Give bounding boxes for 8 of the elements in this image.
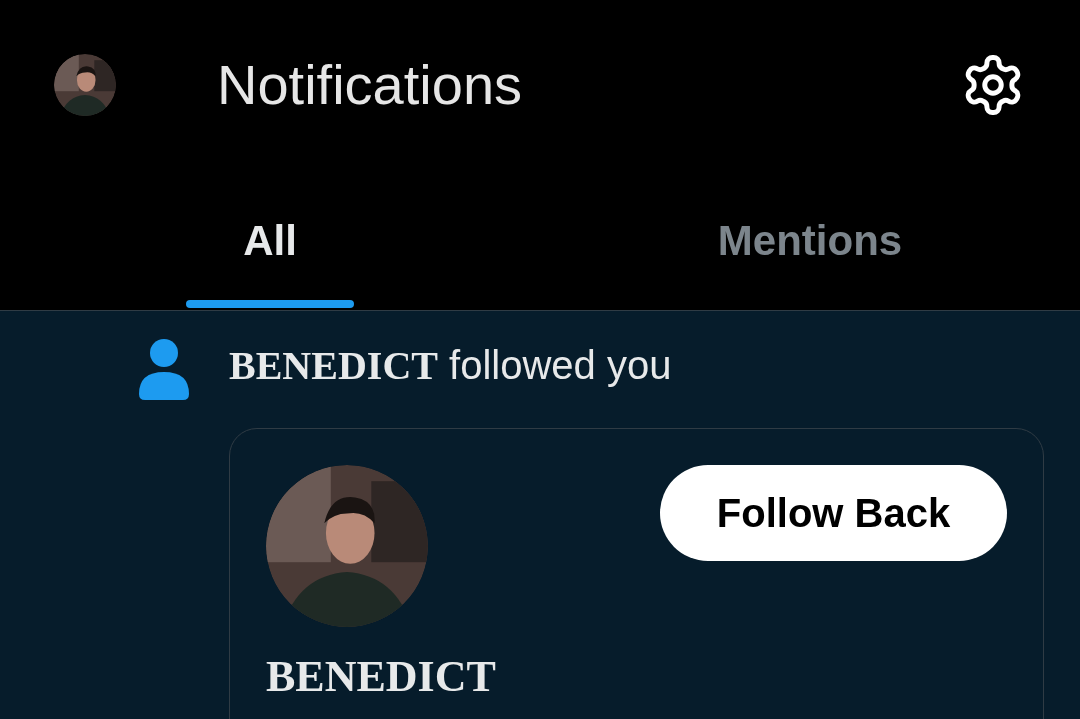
follow-back-button[interactable]: Follow Back — [660, 465, 1007, 561]
tab[interactable]: All — [0, 170, 540, 310]
person-icon — [139, 339, 189, 400]
notification-text: BENEDICT followed you — [229, 345, 673, 386]
tab[interactable]: Mentions — [540, 170, 1080, 310]
page-title: Notifications — [217, 52, 523, 118]
user-card[interactable]: Follow Back BENEDICT — [229, 428, 1044, 719]
user-name: BENEDICT — [266, 655, 497, 699]
